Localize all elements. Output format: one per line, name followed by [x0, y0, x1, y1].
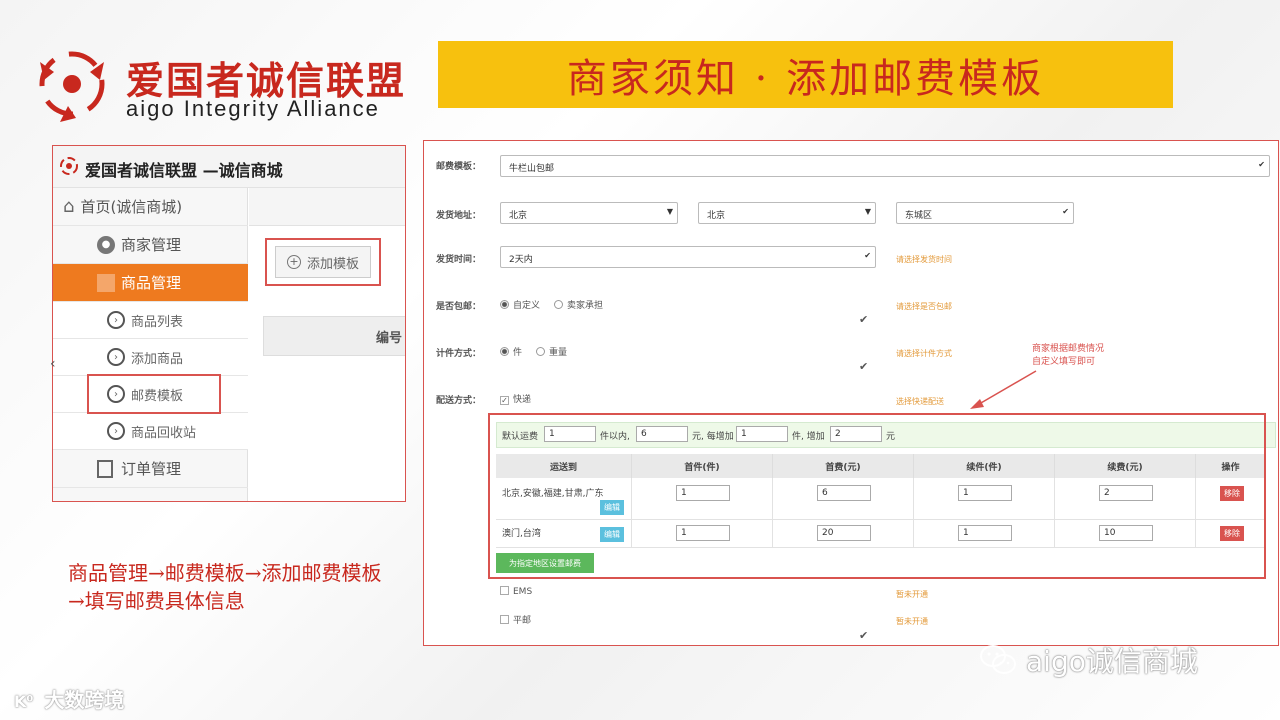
time-hint: 请选择发货时间 — [896, 255, 952, 264]
ship-hint: 选择快递配送 — [896, 397, 944, 406]
check-icon: ✔ — [864, 251, 871, 260]
sidebar: ⌂ 首页(诚信商城) ● 商家管理 商品管理 › 商品列表 › 添加商品 › 邮… — [53, 188, 248, 501]
check-icon: ✔ — [1258, 160, 1265, 169]
calc-option-piece-label: 件 — [513, 348, 523, 358]
province-value: 北京 — [509, 211, 528, 221]
post-hint: 暂未开通 — [896, 617, 928, 626]
address-label: 发货地址： — [436, 211, 482, 221]
watermark-right-text: aigo诚信商城 — [1026, 645, 1198, 678]
sidebar-item-home[interactable]: ⌂ 首页(诚信商城) — [53, 188, 248, 226]
home-icon: ⌂ — [63, 196, 75, 217]
annotation-arrow-icon — [970, 370, 1037, 409]
callout-line-1: 商家根据邮费情况 — [1032, 344, 1105, 354]
highlight-postage-template — [87, 374, 221, 414]
instruction-path: 商品管理→邮费模板→添加邮费模板→填写邮费具体信息 — [68, 561, 382, 613]
content-toolbar — [249, 188, 405, 226]
radio-icon — [536, 347, 545, 356]
chevron-right-icon: › — [107, 422, 125, 440]
admin-header-title: 爱国者诚信联盟 —诚信商城 — [85, 161, 283, 180]
sidebar-item-label: 商家管理 — [121, 236, 182, 254]
city-select[interactable]: 北京 ▼ — [698, 202, 876, 224]
sidebar-item-goods-list[interactable]: › 商品列表 — [53, 302, 248, 339]
chevron-right-icon: › — [107, 311, 125, 329]
user-icon: ● — [97, 235, 115, 254]
template-name-value: 牛栏山包邮 — [509, 164, 555, 174]
ship-time-select[interactable]: 2天内 ✔ — [500, 246, 876, 268]
admin-header: 爱国者诚信联盟 —诚信商城 — [53, 146, 405, 188]
dropdown-arrow-icon: ▼ — [864, 207, 871, 216]
free-option-seller[interactable]: 卖家承担 — [554, 298, 603, 311]
checkbox-icon — [500, 586, 509, 595]
ems-label: EMS — [513, 587, 533, 597]
free-option-seller-label: 卖家承担 — [567, 301, 604, 311]
calc-label: 计件方式： — [436, 349, 482, 359]
chevron-right-icon: › — [107, 348, 125, 366]
table-header-number: 编号 — [263, 316, 405, 356]
express-label: 快递 — [513, 395, 532, 405]
district-select[interactable]: 东城区 ✔ — [896, 202, 1074, 224]
sidebar-item-add-goods[interactable]: › 添加商品 — [53, 339, 248, 376]
radio-icon — [554, 300, 563, 309]
free-option-custom[interactable]: 自定义 — [500, 298, 540, 311]
checkbox-icon — [500, 615, 509, 624]
sidebar-item-merchant[interactable]: ● 商家管理 — [53, 226, 248, 264]
title-banner: 商家须知 · 添加邮费模板 — [438, 41, 1173, 108]
calc-hint: 请选择计件方式 — [896, 349, 952, 358]
watermark-left: K⁰ 大数跨境 — [14, 684, 124, 713]
highlight-add-template — [265, 238, 381, 286]
sidebar-item-label: 商品列表 — [131, 314, 184, 330]
template-label: 邮费模板： — [436, 162, 482, 172]
logo-en-text: aigo Integrity Alliance — [126, 96, 380, 121]
sidebar-item-label: 添加商品 — [131, 351, 184, 367]
free-option-custom-label: 自定义 — [513, 301, 541, 311]
watermark-left-icon: K⁰ — [14, 692, 34, 711]
sidebar-item-label: 订单管理 — [121, 460, 182, 478]
city-value: 北京 — [707, 211, 726, 221]
template-name-input[interactable]: 牛栏山包邮 ✔ — [500, 155, 1270, 177]
brand-logo: 爱国者诚信联盟 aigo Integrity Alliance — [30, 42, 430, 132]
time-label: 发货时间： — [436, 255, 482, 265]
sidebar-item-label: 商品回收站 — [131, 425, 197, 441]
watermark-left-text: 大数跨境 — [44, 688, 125, 712]
aigo-small-logo-icon — [60, 157, 78, 175]
calc-option-weight-label: 重量 — [549, 348, 568, 358]
check-icon: ✔ — [1062, 207, 1069, 216]
sidebar-item-orders[interactable]: 订单管理 — [53, 450, 248, 488]
aigo-logo-icon — [39, 51, 105, 122]
ems-hint: 暂未开通 — [896, 590, 928, 599]
free-label: 是否包邮： — [436, 302, 482, 312]
chevron-left-icon: ‹ — [50, 356, 56, 372]
post-label: 平邮 — [513, 616, 532, 626]
annotation-callout: 商家根据邮费情况 自定义填写即可 — [1032, 343, 1104, 369]
express-checkbox[interactable]: ✓ 快递 — [500, 392, 531, 405]
document-icon — [97, 459, 113, 478]
check-icon: ✔ — [859, 360, 869, 373]
postage-form-screenshot: 邮费模板： 牛栏山包邮 ✔ 发货地址： 北京 ▼ 北京 ▼ 东城区 ✔ 发货时间… — [423, 140, 1279, 646]
checkbox-checked-icon: ✓ — [500, 396, 509, 405]
district-value: 东城区 — [905, 211, 933, 221]
banner-title: 商家须知 · 添加邮费模板 — [566, 55, 1045, 102]
sidebar-item-label: 首页(诚信商城) — [80, 198, 183, 216]
dropdown-arrow-icon: ▼ — [666, 207, 673, 216]
ship-time-value: 2天内 — [509, 255, 533, 265]
watermark-right: aigo诚信商城 — [980, 640, 1198, 680]
calc-option-weight[interactable]: 重量 — [536, 345, 567, 358]
province-select[interactable]: 北京 ▼ — [500, 202, 678, 224]
free-hint: 请选择是否包邮 — [896, 302, 952, 311]
check-icon: ✔ — [859, 629, 869, 642]
admin-sidebar-screenshot: 爱国者诚信联盟 —诚信商城 ⌂ 首页(诚信商城) ● 商家管理 商品管理 › 商… — [52, 145, 406, 502]
ship-method-label: 配送方式： — [436, 396, 482, 406]
sidebar-item-recycle[interactable]: › 商品回收站 — [53, 413, 248, 450]
check-icon: ✔ — [859, 313, 869, 326]
wechat-icon — [980, 645, 1016, 674]
ems-checkbox[interactable]: EMS — [500, 586, 532, 597]
radio-checked-icon — [500, 347, 509, 356]
goods-icon — [97, 273, 115, 292]
sidebar-item-goods[interactable]: 商品管理 — [53, 264, 248, 302]
sidebar-item-label: 商品管理 — [121, 274, 182, 292]
post-checkbox[interactable]: 平邮 — [500, 613, 531, 626]
calc-option-piece[interactable]: 件 — [500, 345, 522, 358]
highlight-freight-settings — [488, 413, 1266, 579]
radio-checked-icon — [500, 300, 509, 309]
